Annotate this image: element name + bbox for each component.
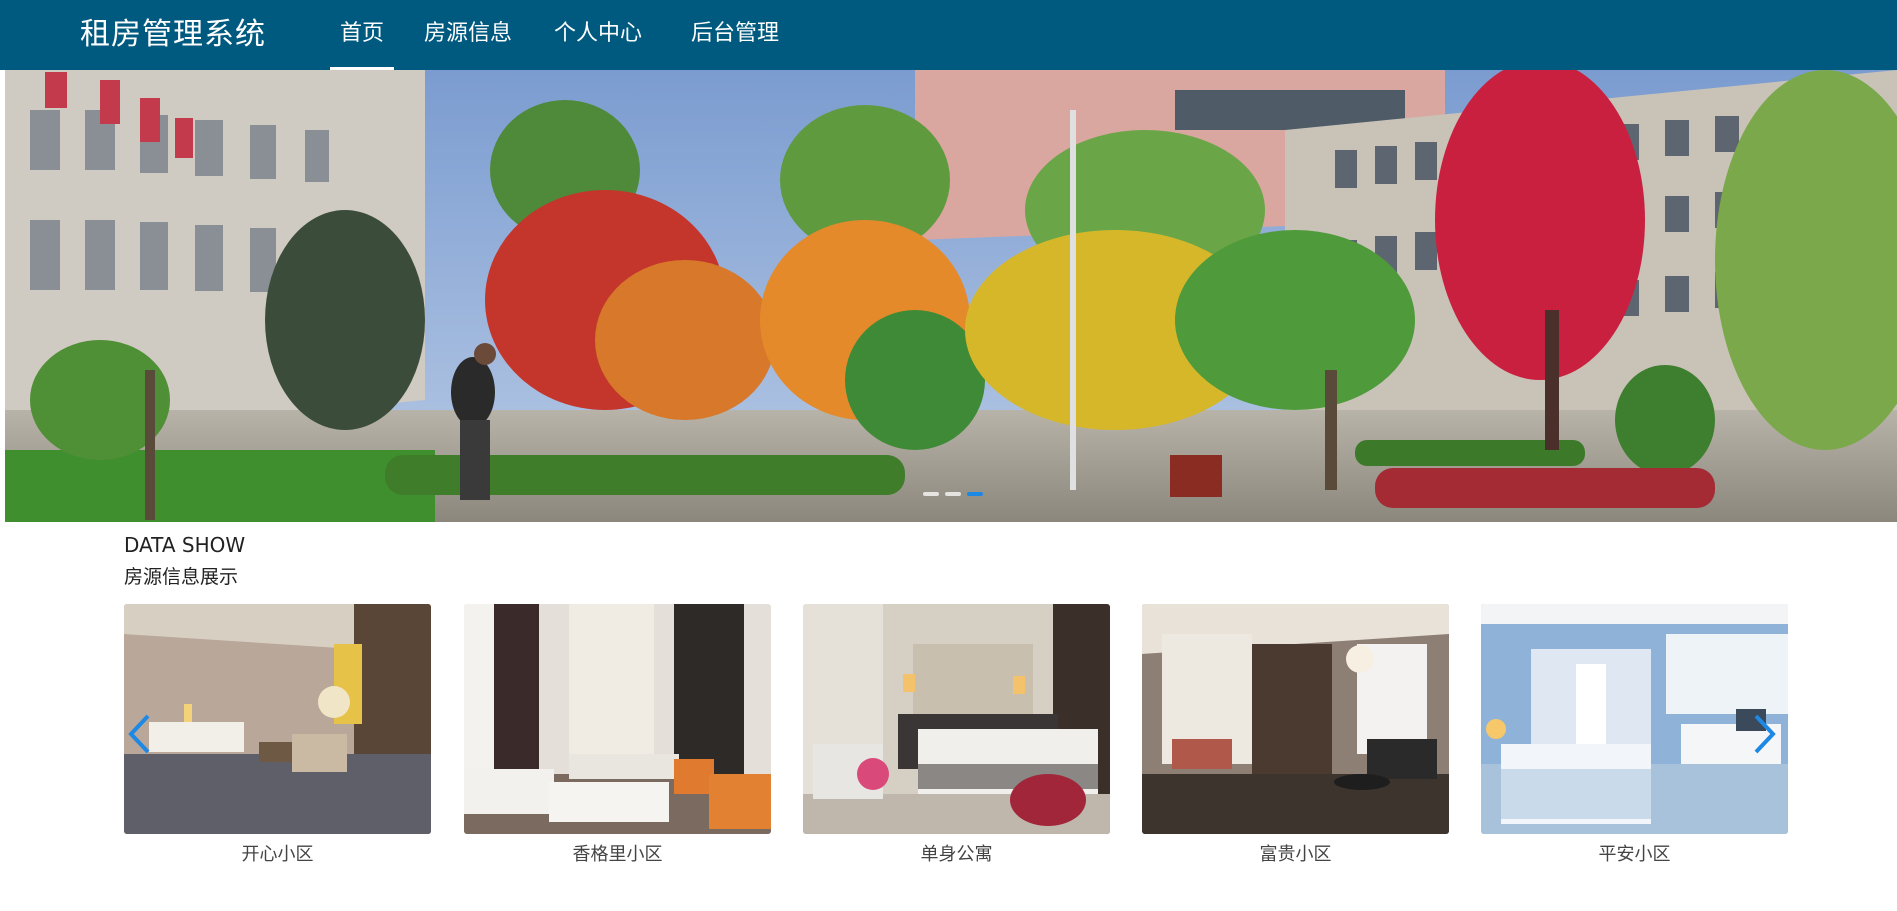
hero-banner[interactable] — [5, 70, 1897, 522]
listing-card[interactable]: 开心小区 — [124, 604, 431, 866]
chevron-right-icon — [1754, 714, 1776, 754]
listing-card[interactable]: 单身公寓 — [803, 604, 1110, 866]
banner-image — [5, 70, 1897, 522]
chevron-left-icon — [128, 714, 150, 754]
nav-home[interactable]: 首页 — [330, 0, 394, 70]
listing-card[interactable]: 富贵小区 — [1142, 604, 1449, 866]
listing-name[interactable]: 平安小区 — [1481, 840, 1788, 866]
listing-photo[interactable] — [803, 604, 1110, 834]
prev-arrow-button[interactable] — [126, 712, 152, 756]
site-title[interactable]: 租房管理系统 — [80, 0, 266, 70]
section-title-cn: 房源信息展示 — [124, 566, 239, 588]
nav-admin[interactable]: 后台管理 — [689, 0, 781, 70]
next-arrow-button[interactable] — [1752, 712, 1778, 756]
carousel-dot-2[interactable] — [945, 492, 961, 496]
listing-name[interactable]: 开心小区 — [124, 840, 431, 866]
carousel-dot-1[interactable] — [923, 492, 939, 496]
listing-name[interactable]: 富贵小区 — [1142, 840, 1449, 866]
top-navbar: 租房管理系统 首页 房源信息 个人中心 后台管理 — [0, 0, 1897, 70]
listing-card[interactable]: 香格里小区 — [464, 604, 771, 866]
section-title-en: DATA SHOW — [124, 533, 246, 557]
listing-name[interactable]: 单身公寓 — [803, 840, 1110, 866]
listing-photo[interactable] — [1481, 604, 1788, 834]
listing-card[interactable]: 平安小区 — [1481, 604, 1788, 866]
nav-profile[interactable]: 个人中心 — [552, 0, 644, 70]
listing-photo[interactable] — [124, 604, 431, 834]
listing-name[interactable]: 香格里小区 — [464, 840, 771, 866]
listing-photo[interactable] — [464, 604, 771, 834]
carousel-dot-3[interactable] — [967, 492, 983, 496]
listing-photo[interactable] — [1142, 604, 1449, 834]
nav-listings[interactable]: 房源信息 — [422, 0, 514, 70]
